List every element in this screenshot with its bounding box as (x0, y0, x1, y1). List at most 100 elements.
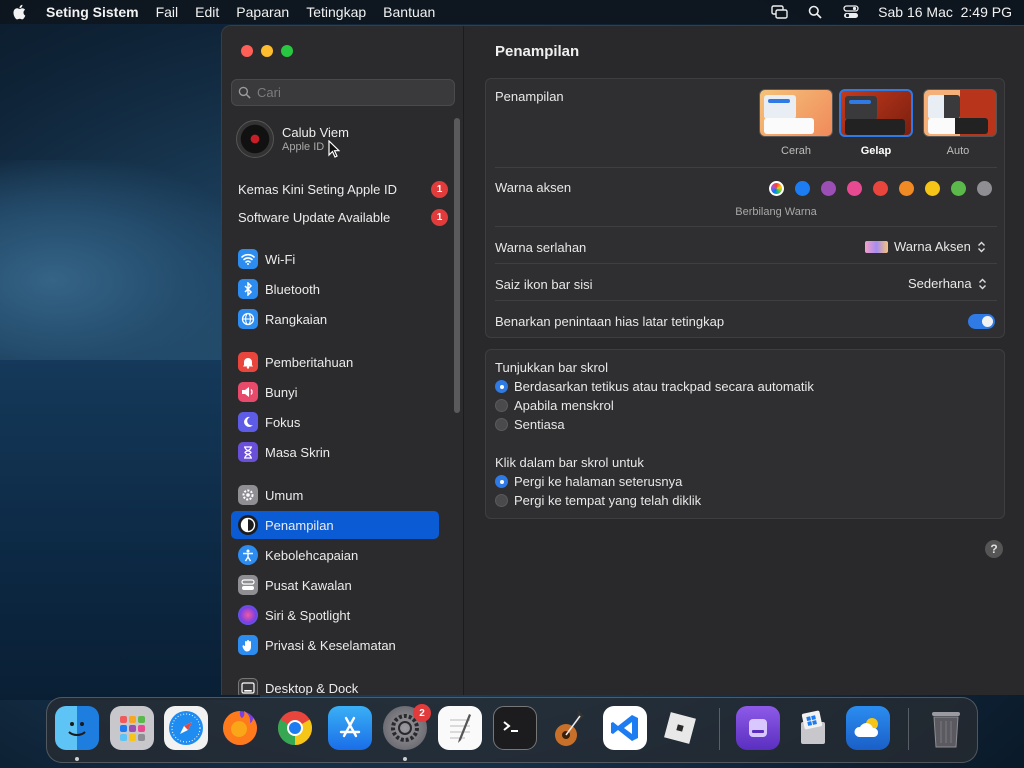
theme-auto-thumbnail[interactable] (923, 89, 997, 137)
sidebar-item-wifi[interactable]: Wi-Fi (231, 245, 439, 273)
sidebar-item-label: Masa Skrin (265, 444, 331, 460)
screen-mirroring-icon[interactable] (770, 4, 788, 20)
dock: 2 (46, 697, 978, 763)
radio-scroll-always[interactable]: Sentiasa (495, 417, 565, 432)
theme-light-thumbnail[interactable] (759, 89, 833, 137)
sidebar-icon-size-select[interactable]: Sederhana (908, 276, 987, 291)
menu-edit[interactable]: Edit (195, 4, 219, 20)
disk-icon[interactable] (736, 706, 780, 750)
sidebar-item-bunyi[interactable]: Bunyi (231, 378, 439, 406)
spotlight-search-icon[interactable] (806, 4, 824, 20)
divider (495, 263, 997, 264)
sidebar-item-label: Siri & Spotlight (265, 607, 351, 623)
radio-button (495, 494, 508, 507)
trash-icon[interactable] (924, 706, 968, 750)
control-center-icon (238, 575, 258, 595)
radio-label: Apabila menskrol (514, 398, 614, 413)
app-store-icon[interactable] (328, 706, 372, 750)
theme-dark-thumbnail[interactable] (839, 89, 913, 137)
chrome-icon[interactable] (273, 706, 317, 750)
sidebar-icon-size-label: Saiz ikon bar sisi (495, 277, 593, 292)
menu-paparan[interactable]: Paparan (236, 4, 289, 20)
accent-red-swatch[interactable] (873, 181, 888, 196)
sidebar-scrollbar[interactable] (454, 118, 460, 413)
search-input[interactable] (257, 85, 437, 100)
accent-multicolor-swatch[interactable] (769, 181, 784, 196)
sidebar-item-siri-spotlight[interactable]: Siri & Spotlight (231, 601, 439, 629)
appearance-panel: Penampilan Cerah Gelap Auto Warna aksen … (485, 78, 1005, 338)
sidebar-item-kebolehcapaian[interactable]: Kebolehcapaian (231, 541, 439, 569)
menubar-clock[interactable]: Sab 16 Mac 2:49 PG (878, 4, 1012, 20)
menu-fail[interactable]: Fail (156, 4, 179, 20)
weather-icon[interactable] (846, 706, 890, 750)
sidebar-item-umum[interactable]: Umum (231, 481, 439, 509)
accent-yellow-swatch[interactable] (925, 181, 940, 196)
menu-tetingkap[interactable]: Tetingkap (306, 4, 366, 20)
hand-icon (238, 635, 258, 655)
tinting-toggle[interactable] (968, 314, 995, 329)
launchpad-icon[interactable] (110, 706, 154, 750)
bootcamp-icon[interactable] (791, 706, 835, 750)
search-field[interactable] (231, 79, 455, 106)
alert-label: Kemas Kini Seting Apple ID (238, 181, 397, 197)
accent-purple-swatch[interactable] (821, 181, 836, 196)
sidebar-item-label: Desktop & Dock (265, 680, 359, 696)
accent-orange-swatch[interactable] (899, 181, 914, 196)
help-button[interactable]: ? (985, 540, 1003, 558)
system-settings-icon[interactable]: 2 (383, 704, 431, 750)
accent-pink-swatch[interactable] (847, 181, 862, 196)
radio-scroll-auto[interactable]: Berdasarkan tetikus atau trackpad secara… (495, 379, 814, 394)
roblox-icon[interactable] (658, 706, 702, 750)
apple-logo-icon[interactable] (12, 4, 28, 20)
accent-green-swatch[interactable] (951, 181, 966, 196)
sidebar-item-label: Pemberitahuan (265, 354, 354, 370)
control-center-icon[interactable] (842, 4, 860, 20)
chevron-updown-icon (977, 240, 986, 254)
sidebar-item-pusat-kawalan[interactable]: Pusat Kawalan (231, 571, 439, 599)
zoom-button[interactable] (281, 45, 293, 57)
finder-icon[interactable] (55, 706, 99, 750)
radio-click-spot[interactable]: Pergi ke tempat yang telah diklik (495, 493, 701, 508)
accent-graphite-swatch[interactable] (977, 181, 992, 196)
terminal-icon[interactable] (493, 706, 537, 750)
page-title: Penampilan (495, 43, 580, 60)
safari-icon[interactable] (164, 706, 208, 750)
alert-software-update[interactable]: Software Update Available 1 (238, 206, 448, 228)
avatar (236, 120, 274, 158)
sidebar-item-pemberitahuan[interactable]: Pemberitahuan (231, 348, 439, 376)
vscode-icon[interactable] (603, 706, 647, 750)
wifi-icon (238, 249, 258, 269)
accessibility-icon (238, 545, 258, 565)
sidebar-item-label: Privasi & Keselamatan (265, 637, 396, 653)
sidebar-item-desktop-dock[interactable]: Desktop & Dock (231, 674, 439, 695)
firefox-icon[interactable] (218, 706, 262, 750)
settings-notification-badge: 2 (413, 704, 431, 722)
radio-scroll-when-scrolling[interactable]: Apabila menskrol (495, 398, 614, 413)
minimize-button[interactable] (261, 45, 273, 57)
menu-bantuan[interactable]: Bantuan (383, 4, 435, 20)
sidebar-item-penampilan[interactable]: Penampilan (231, 511, 439, 539)
sidebar-item-label: Bluetooth (265, 281, 320, 297)
theme-dark-label: Gelap (860, 145, 892, 157)
accent-blue-swatch[interactable] (795, 181, 810, 196)
bell-icon (238, 352, 258, 372)
close-button[interactable] (241, 45, 253, 57)
sidebar-item-label: Fokus (265, 414, 301, 430)
textedit-icon[interactable] (438, 706, 482, 750)
profile-name: Calub Viem (282, 125, 349, 140)
alert-apple-id-update[interactable]: Kemas Kini Seting Apple ID 1 (238, 178, 448, 200)
highlight-select[interactable]: Warna Aksen (865, 239, 986, 254)
sidebar-item-privasi[interactable]: Privasi & Keselamatan (231, 631, 439, 659)
sidebar-item-bluetooth[interactable]: Bluetooth (231, 275, 439, 303)
menu-app-name[interactable]: Seting Sistem (46, 4, 139, 20)
sidebar-item-rangkaian[interactable]: Rangkaian (231, 305, 439, 333)
sidebar-item-label: Wi-Fi (265, 251, 296, 267)
divider (495, 167, 997, 168)
sidebar-item-label: Kebolehcapaian (265, 547, 359, 563)
theme-light-label: Cerah (781, 145, 811, 157)
alert-badge: 1 (431, 180, 448, 198)
sidebar-item-masa-skrin[interactable]: Masa Skrin (231, 438, 439, 466)
garageband-icon[interactable] (548, 706, 592, 750)
radio-click-next-page[interactable]: Pergi ke halaman seterusnya (495, 474, 682, 489)
sidebar-item-fokus[interactable]: Fokus (231, 408, 439, 436)
